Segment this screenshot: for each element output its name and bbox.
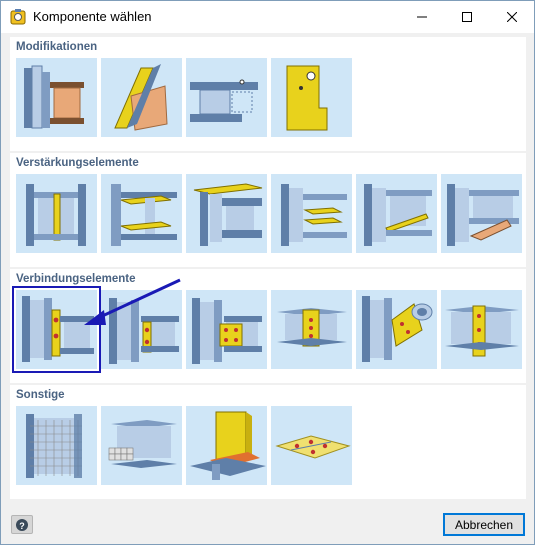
thumb-gusset-connection[interactable] bbox=[356, 290, 437, 369]
thumb-fin-plate-connection[interactable] bbox=[101, 290, 182, 369]
group-title: Modifikationen bbox=[16, 41, 98, 53]
thumb-mesh-column[interactable] bbox=[16, 406, 97, 485]
thumb-modification-beam-end[interactable] bbox=[186, 58, 267, 137]
minimize-icon bbox=[416, 16, 427, 18]
close-icon bbox=[506, 12, 517, 22]
thumb-end-plate-connection[interactable] bbox=[12, 286, 101, 373]
group-modifications: Modifikationen bbox=[10, 37, 526, 151]
dialog-content: Modifikationen Verstärkungselemente Verb… bbox=[8, 37, 528, 507]
title-bar: Komponente wählen bbox=[1, 1, 534, 33]
group-stiffeners: Verstärkungselemente bbox=[10, 153, 526, 267]
thumb-stiffener-web[interactable] bbox=[16, 174, 97, 253]
close-button[interactable] bbox=[489, 1, 534, 33]
group-title: Sonstige bbox=[16, 389, 65, 401]
thumb-modification-plate-cut[interactable] bbox=[101, 58, 182, 137]
thumb-anchor-plate[interactable] bbox=[271, 406, 352, 485]
window-title: Komponente wählen bbox=[33, 9, 152, 24]
maximize-button[interactable] bbox=[444, 1, 489, 33]
thumb-stiffener-flange-plates[interactable] bbox=[101, 174, 182, 253]
thumb-splice-plate-connection[interactable] bbox=[441, 290, 522, 369]
maximize-icon bbox=[461, 12, 472, 22]
thumb-stiffener-end-plates[interactable] bbox=[271, 174, 352, 253]
thumb-stiffener-column-web[interactable] bbox=[186, 174, 267, 253]
thumb-modification-plate-notch[interactable] bbox=[271, 58, 352, 137]
help-button[interactable]: ? bbox=[11, 515, 33, 534]
group-title: Verbindungselemente bbox=[16, 273, 136, 285]
dialog-window: Komponente wählen Modifikationen Verstär… bbox=[0, 0, 535, 545]
thumb-stiffener-diagonal[interactable] bbox=[356, 174, 437, 253]
thumb-modification-column-beam[interactable] bbox=[16, 58, 97, 137]
minimize-button[interactable] bbox=[399, 1, 444, 33]
group-title: Verstärkungselemente bbox=[16, 157, 139, 169]
dialog-footer: ? Abbrechen bbox=[1, 507, 534, 544]
cancel-button[interactable]: Abbrechen bbox=[443, 513, 525, 536]
svg-text:?: ? bbox=[19, 521, 25, 531]
group-connections: Verbindungselemente bbox=[10, 269, 526, 383]
group-other: Sonstige bbox=[10, 385, 526, 499]
thumb-stiffener-haunch[interactable] bbox=[441, 174, 522, 253]
help-icon: ? bbox=[16, 518, 28, 531]
thumb-cleat-connection[interactable] bbox=[186, 290, 267, 369]
thumb-beam-splice[interactable] bbox=[271, 290, 352, 369]
thumb-bolted-beam-grid[interactable] bbox=[101, 406, 182, 485]
thumb-base-plate-weld[interactable] bbox=[186, 406, 267, 485]
app-icon bbox=[10, 9, 26, 25]
